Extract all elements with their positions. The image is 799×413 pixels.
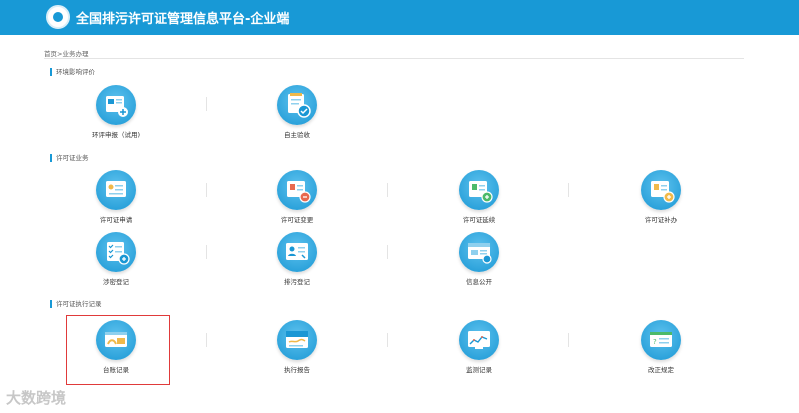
tile-eia-report[interactable]: 环评申报（试用) xyxy=(56,85,176,155)
permit-renew-icon xyxy=(459,170,499,210)
tile-discharge-register[interactable]: 排污登记 xyxy=(237,232,357,302)
top-header: 全国排污许可证管理信息平台-企业端 xyxy=(0,0,799,35)
tile-label: 信息公开 xyxy=(466,278,492,286)
tile-divider xyxy=(387,245,388,259)
tile-label: 许可证延续 xyxy=(462,216,496,224)
tile-divider xyxy=(387,333,388,347)
execution-report-icon xyxy=(277,320,317,360)
permit-apply-icon xyxy=(96,170,136,210)
tile-permit-change[interactable]: 许可证变更 xyxy=(237,170,357,240)
tile-divider xyxy=(568,333,569,347)
tile-divider xyxy=(206,245,207,259)
breadcrumb[interactable]: 首页>业务办理 xyxy=(44,48,88,58)
section-title-permit: 许可证业务 xyxy=(50,154,89,162)
tile-label: 涉密登记 xyxy=(103,278,129,286)
correction-rules-icon: ? xyxy=(641,320,681,360)
tile-divider xyxy=(387,183,388,197)
section-title-execution: 许可证执行记录 xyxy=(50,300,102,308)
tile-permit-reissue[interactable]: 许可证补办 xyxy=(601,170,721,240)
section-title-eia: 环境影响评价 xyxy=(50,68,95,76)
platform-logo xyxy=(46,5,70,29)
tile-permit-apply[interactable]: 许可证申请 xyxy=(56,170,176,240)
discharge-register-icon xyxy=(277,232,317,272)
tile-confidential-register[interactable]: 涉密登记 xyxy=(56,232,176,302)
self-acceptance-icon xyxy=(277,85,317,125)
tile-divider xyxy=(206,333,207,347)
tile-self-acceptance[interactable]: 自主验收 xyxy=(237,85,357,155)
tile-permit-renew[interactable]: 许可证延续 xyxy=(419,170,539,240)
tile-execution-report[interactable]: 执行报告 xyxy=(237,320,357,390)
tile-label: 许可证申请 xyxy=(99,216,133,224)
tile-label: 许可证补办 xyxy=(644,216,678,224)
info-disclosure-icon xyxy=(459,232,499,272)
watermark-text: 大数跨境 xyxy=(6,389,67,407)
eia-report-icon xyxy=(96,85,136,125)
selection-highlight-box xyxy=(66,315,170,385)
header-title: 全国排污许可证管理信息平台-企业端 xyxy=(76,12,290,27)
breadcrumb-divider xyxy=(44,58,744,59)
confidential-register-icon xyxy=(96,232,136,272)
tile-label: 监测记录 xyxy=(466,366,492,374)
tile-label: 排污登记 xyxy=(284,278,310,286)
tile-label: 自主验收 xyxy=(284,131,310,139)
tile-divider xyxy=(568,183,569,197)
tile-divider xyxy=(206,183,207,197)
tile-label: 执行报告 xyxy=(284,366,310,374)
tile-monitoring-record[interactable]: 监测记录 xyxy=(419,320,539,390)
tile-divider xyxy=(206,97,207,111)
tile-label: 改正规定 xyxy=(648,366,674,374)
tile-correction-rules[interactable]: ? 改正规定 xyxy=(601,320,721,390)
monitoring-record-icon xyxy=(459,320,499,360)
tile-label: 环评申报（试用) xyxy=(91,131,141,139)
permit-change-icon xyxy=(277,170,317,210)
tile-label: 许可证变更 xyxy=(280,216,314,224)
svg-text:?: ? xyxy=(653,338,657,346)
permit-reissue-icon xyxy=(641,170,681,210)
tile-info-disclosure[interactable]: 信息公开 xyxy=(419,232,539,302)
